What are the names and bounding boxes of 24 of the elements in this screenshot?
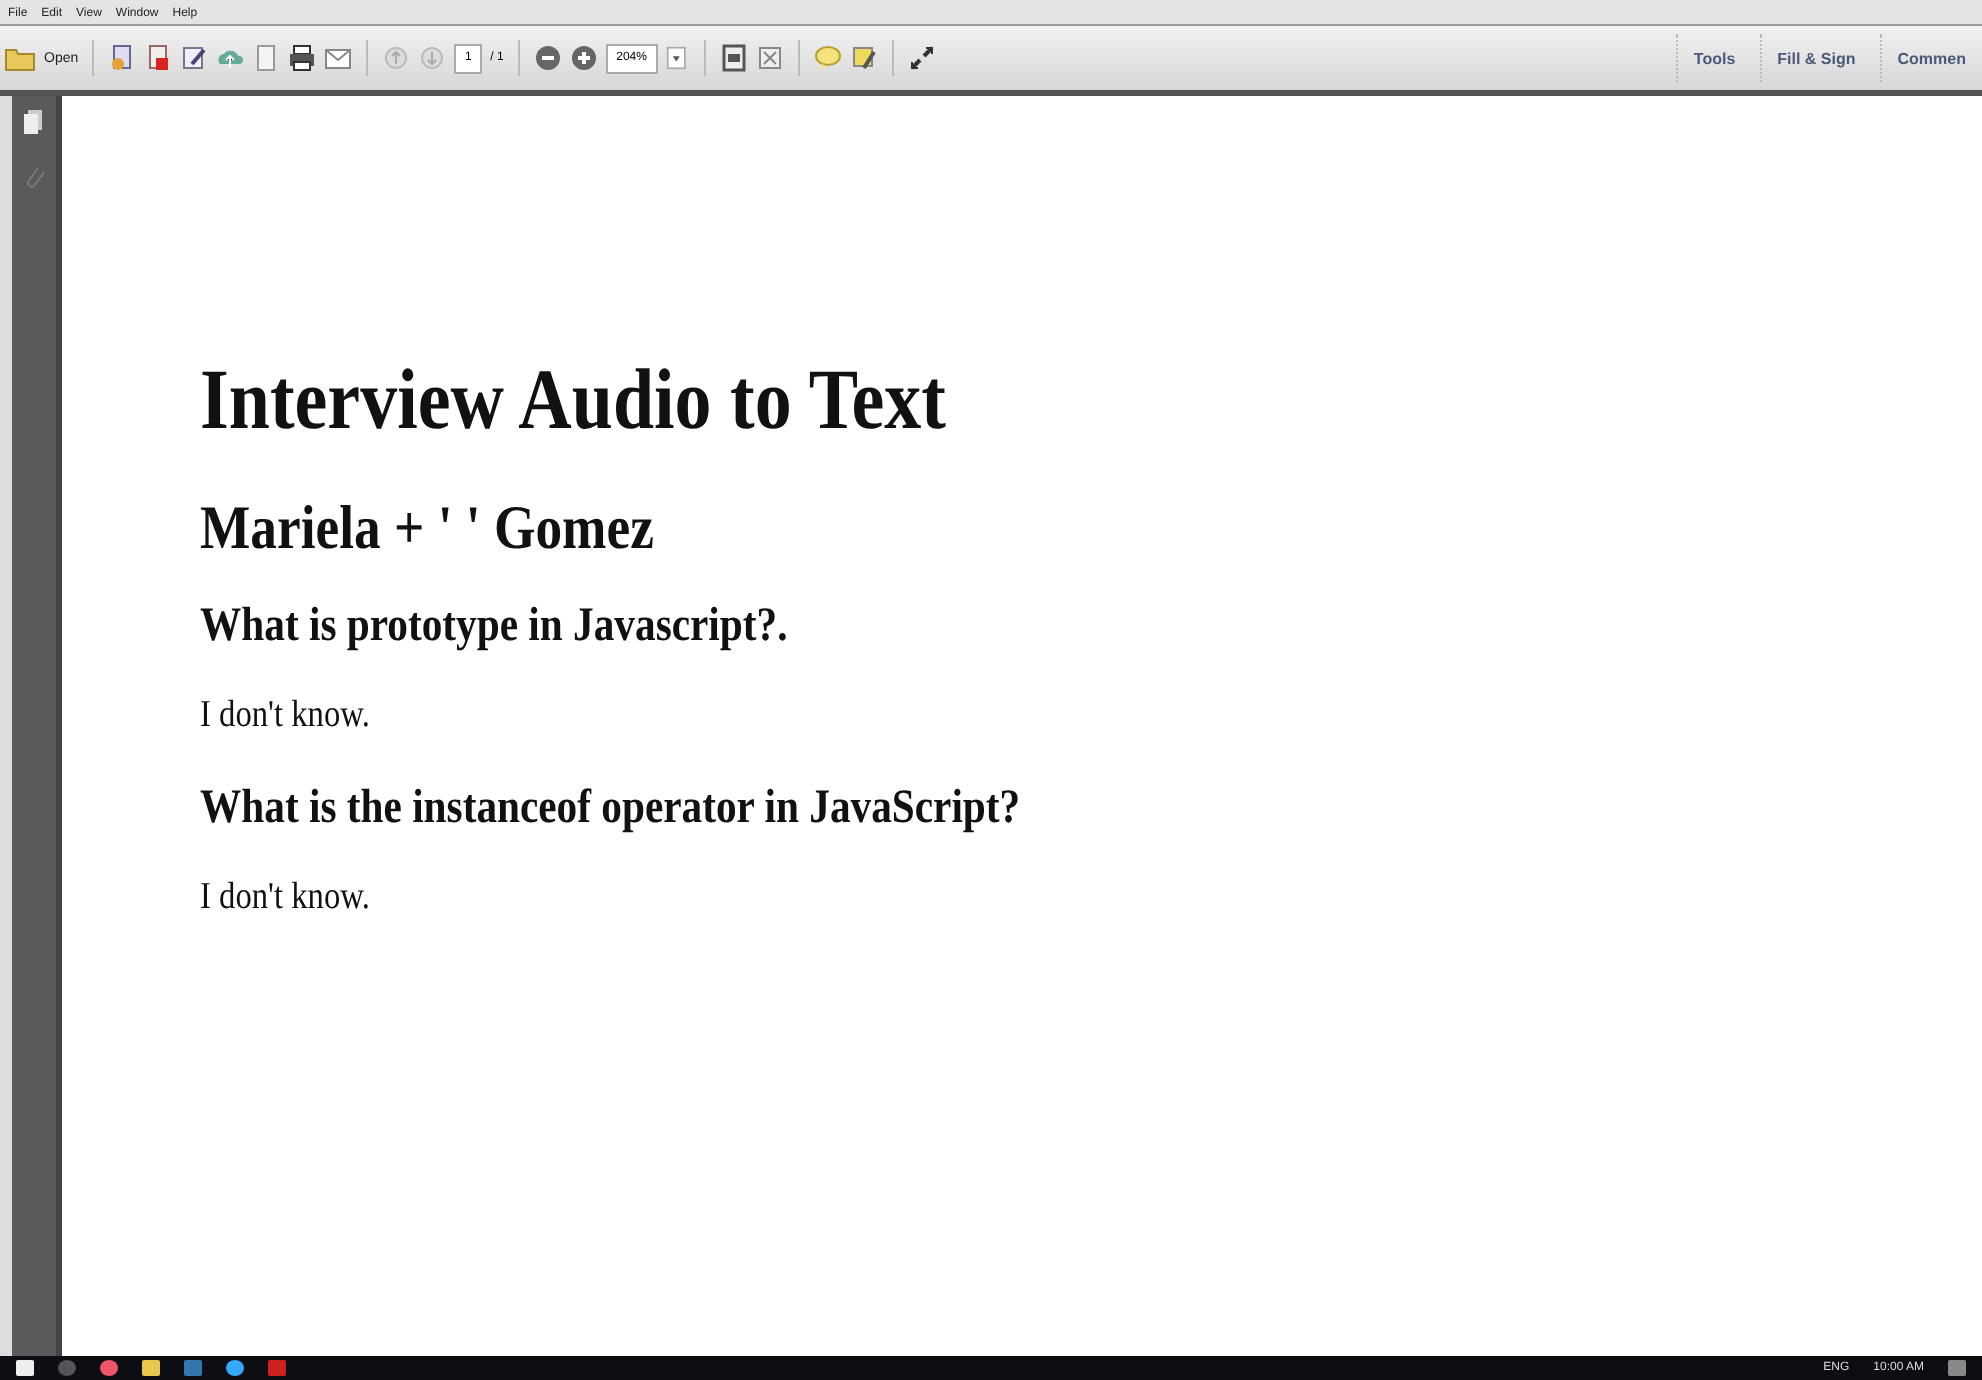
edit-document-icon[interactable] bbox=[180, 44, 209, 72]
question-heading: What is prototype in Javascript?. bbox=[200, 600, 788, 654]
document-pdf-icon[interactable] bbox=[144, 44, 173, 72]
print-icon[interactable] bbox=[288, 44, 317, 72]
panel-tab[interactable]: Tools bbox=[1675, 34, 1752, 82]
zoom-out-icon[interactable] bbox=[533, 44, 562, 72]
panel-tab[interactable]: Fill & Sign bbox=[1759, 34, 1872, 82]
dropdown-caret-icon[interactable] bbox=[665, 44, 690, 72]
candidate-name: Mariela + ' ' Gomez bbox=[200, 492, 654, 564]
expand-icon[interactable] bbox=[907, 44, 936, 72]
folder-icon bbox=[4, 45, 36, 71]
app-circle-icon[interactable] bbox=[100, 1360, 118, 1376]
zoom-in-icon[interactable] bbox=[569, 44, 598, 72]
answer-text: I don't know. bbox=[200, 876, 370, 920]
start-icon[interactable] bbox=[16, 1360, 34, 1376]
answer-text: I don't know. bbox=[200, 694, 370, 738]
highlighter-icon[interactable] bbox=[849, 44, 878, 72]
fit-page-icon[interactable] bbox=[719, 44, 748, 72]
panel-tab[interactable]: Commen bbox=[1879, 34, 1982, 82]
question-heading: What is the instanceof operator in JavaScript? bbox=[200, 782, 1021, 836]
full-screen-icon[interactable] bbox=[755, 44, 784, 72]
pages-icon[interactable] bbox=[20, 108, 48, 136]
app-circle-icon[interactable] bbox=[226, 1360, 244, 1376]
document-title: Interview Audio to Text bbox=[200, 352, 946, 450]
